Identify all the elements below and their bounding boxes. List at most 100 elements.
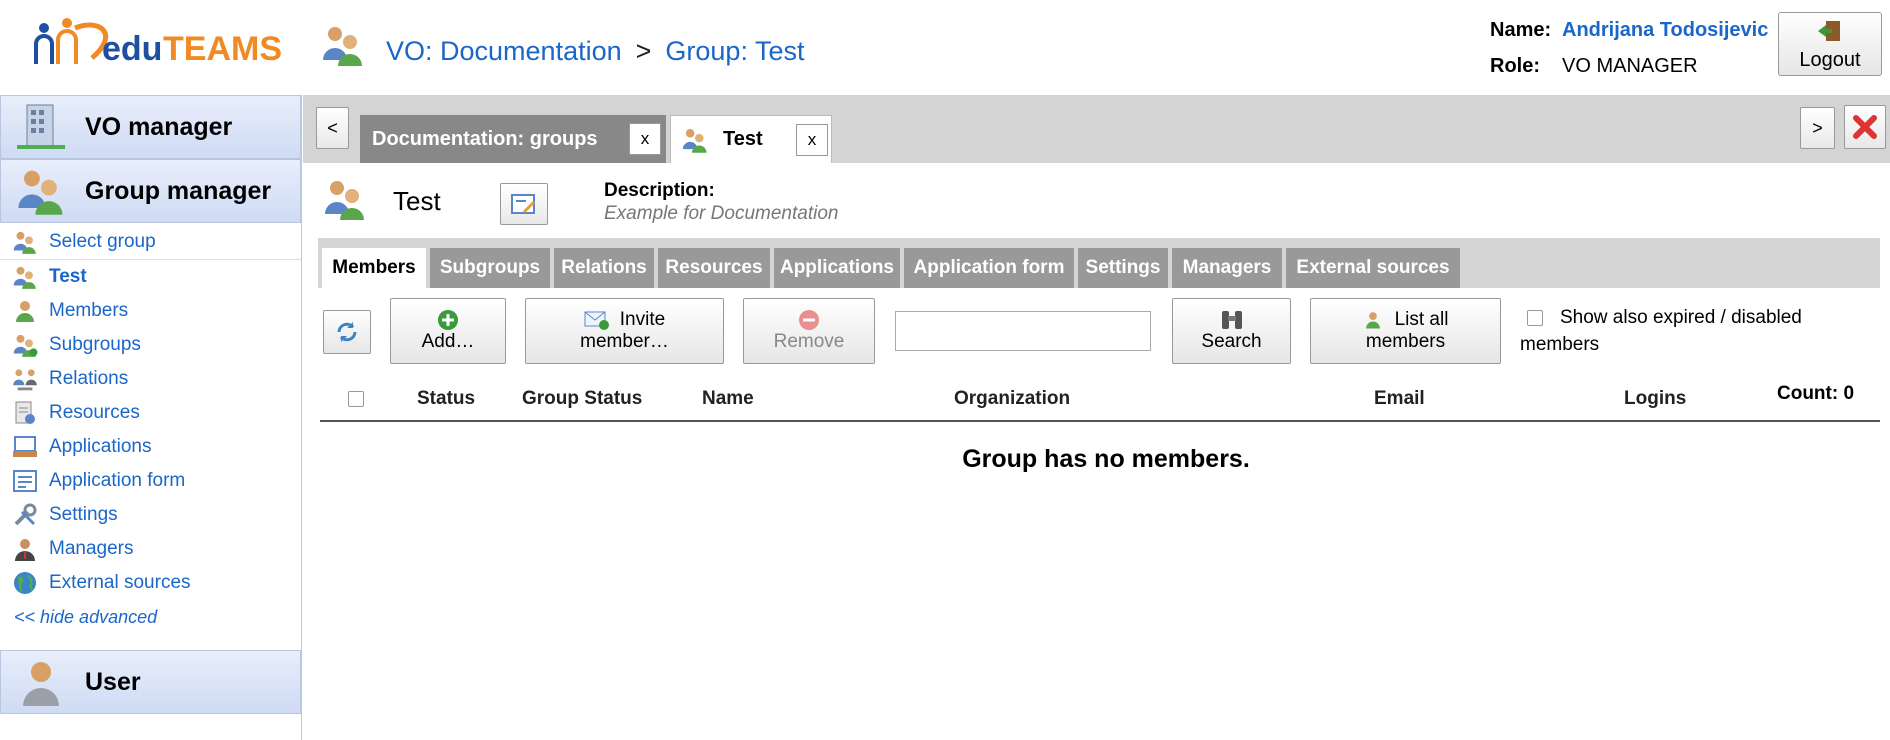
- logout-button[interactable]: Logout: [1778, 12, 1882, 76]
- group-icon: [325, 181, 364, 220]
- mail-icon: [584, 311, 609, 330]
- nav-label: Subgroups: [49, 334, 141, 355]
- tab-relations[interactable]: Relations: [554, 248, 654, 288]
- group-icon: [13, 231, 36, 254]
- nav-label: Resources: [49, 402, 140, 423]
- nav-relations[interactable]: Relations: [0, 362, 301, 396]
- group-icon: [18, 170, 63, 215]
- applications-icon: [13, 436, 37, 457]
- nav-application-form[interactable]: Application form: [0, 464, 301, 498]
- column-status[interactable]: Status: [417, 388, 475, 410]
- group-manager-panel[interactable]: Group manager: [0, 159, 301, 223]
- add-member-button[interactable]: Add…: [390, 298, 506, 364]
- section-tabs: Members Subgroups Relations Resources Ap…: [318, 238, 1880, 288]
- sidebar: VO manager Group manager Select group Te…: [0, 95, 302, 740]
- tab-application-form[interactable]: Application form: [904, 248, 1074, 288]
- user-info: Name: Andrijana Todosijevic Role: VO MANAG…: [1490, 12, 1768, 84]
- search-button[interactable]: Search: [1172, 298, 1291, 364]
- tab-applications[interactable]: Applications: [774, 248, 900, 288]
- globe-icon: [14, 572, 36, 594]
- logout-icon: [1818, 21, 1840, 41]
- nav-test[interactable]: Test: [0, 260, 301, 294]
- hide-advanced-link[interactable]: << hide advanced: [0, 600, 301, 634]
- user-label: User: [85, 667, 141, 696]
- search-label: Search: [1201, 331, 1262, 352]
- group-icon: [13, 266, 36, 289]
- eduteams-logo[interactable]: edu TEAMS: [30, 14, 305, 74]
- relations-icon: [13, 369, 37, 391]
- nav-members[interactable]: Members: [0, 294, 301, 328]
- nav-subgroups[interactable]: Subgroups: [0, 328, 301, 362]
- nav-label: Settings: [49, 504, 118, 525]
- tab-prev-button[interactable]: <: [316, 107, 349, 149]
- refresh-button[interactable]: [323, 310, 371, 354]
- refresh-icon: [337, 322, 357, 342]
- tab-test[interactable]: Test x: [670, 115, 832, 163]
- tab-external-sources[interactable]: External sources: [1286, 248, 1460, 288]
- tab-next-button[interactable]: >: [1800, 107, 1835, 149]
- tab-resources[interactable]: Resources: [658, 248, 770, 288]
- empty-table-message: Group has no members.: [962, 445, 1250, 473]
- nav-resources[interactable]: Resources: [0, 396, 301, 430]
- group-title: Test: [393, 186, 441, 216]
- nav-settings[interactable]: Settings: [0, 498, 301, 532]
- tab-members[interactable]: Members: [322, 248, 426, 288]
- close-all-tabs-button[interactable]: [1844, 105, 1886, 149]
- user-name-link[interactable]: Andrijana Todosijevic: [1562, 19, 1768, 41]
- group-manager-label: Group manager: [85, 176, 272, 205]
- tab-bar: < Documentation: groups x Test x >: [303, 95, 1890, 163]
- user-panel[interactable]: User: [0, 650, 301, 714]
- invite-member-button[interactable]: Invite member…: [525, 298, 724, 364]
- plus-icon: [438, 310, 458, 330]
- svg-text:TEAMS: TEAMS: [163, 30, 282, 68]
- remove-label: Remove: [773, 331, 845, 352]
- group-manager-nav: Select group Test Members Subgroups Rela…: [0, 223, 301, 634]
- remove-member-button[interactable]: Remove: [743, 298, 875, 364]
- tab-close-button[interactable]: x: [796, 124, 828, 156]
- column-email[interactable]: Email: [1374, 388, 1425, 410]
- edit-group-button[interactable]: [500, 183, 548, 225]
- tab-subgroups[interactable]: Subgroups: [430, 248, 550, 288]
- column-organization[interactable]: Organization: [954, 388, 1070, 410]
- building-icon: [17, 104, 65, 149]
- nav-select-group[interactable]: Select group: [0, 225, 301, 260]
- nav-label: Test: [49, 266, 87, 287]
- vo-manager-panel[interactable]: VO manager: [0, 95, 301, 159]
- tab-settings[interactable]: Settings: [1078, 248, 1168, 288]
- invite-label-line1: Invite: [619, 309, 666, 330]
- nav-label: Select group: [49, 231, 156, 252]
- tab-documentation-groups[interactable]: Documentation: groups x: [360, 115, 666, 163]
- tab-close-button[interactable]: x: [629, 123, 661, 155]
- search-input[interactable]: [895, 311, 1151, 351]
- resources-icon: [15, 401, 35, 424]
- group-breadcrumb-link[interactable]: Group: Test: [665, 36, 804, 67]
- nav-label: Relations: [49, 368, 129, 389]
- vo-breadcrumb-link[interactable]: VO: Documentation: [386, 36, 622, 67]
- form-icon: [13, 470, 37, 492]
- nav-managers[interactable]: Managers: [0, 532, 301, 566]
- binoculars-icon: [1221, 311, 1242, 329]
- group-icon: [682, 128, 707, 153]
- nav-external-sources[interactable]: External sources: [0, 566, 301, 600]
- nav-label: Applications: [49, 436, 152, 457]
- group-icon: [323, 27, 362, 66]
- select-all-checkbox[interactable]: [348, 391, 364, 407]
- member-count: Count: 0: [1777, 383, 1855, 404]
- column-logins[interactable]: Logins: [1624, 388, 1686, 410]
- tab-label: Test: [723, 128, 763, 150]
- vo-manager-label: VO manager: [85, 112, 233, 141]
- show-expired-label: Show also expired / disabled members: [1520, 307, 1802, 355]
- header: edu TEAMS VO: Documentation > Group: Tes…: [0, 0, 1890, 95]
- nav-label: External sources: [49, 572, 191, 593]
- list-all-members-button[interactable]: List all members: [1310, 298, 1501, 364]
- nav-label: Members: [49, 300, 129, 321]
- column-group-status[interactable]: Group Status: [522, 388, 642, 410]
- tab-managers[interactable]: Managers: [1172, 248, 1282, 288]
- list-all-label-line1: List all: [1394, 309, 1449, 330]
- column-name[interactable]: Name: [702, 388, 754, 410]
- user-icon: [16, 301, 34, 322]
- manager-icon: [15, 539, 35, 561]
- nav-applications[interactable]: Applications: [0, 430, 301, 464]
- remove-icon: [799, 310, 819, 330]
- user-icon: [1365, 312, 1380, 329]
